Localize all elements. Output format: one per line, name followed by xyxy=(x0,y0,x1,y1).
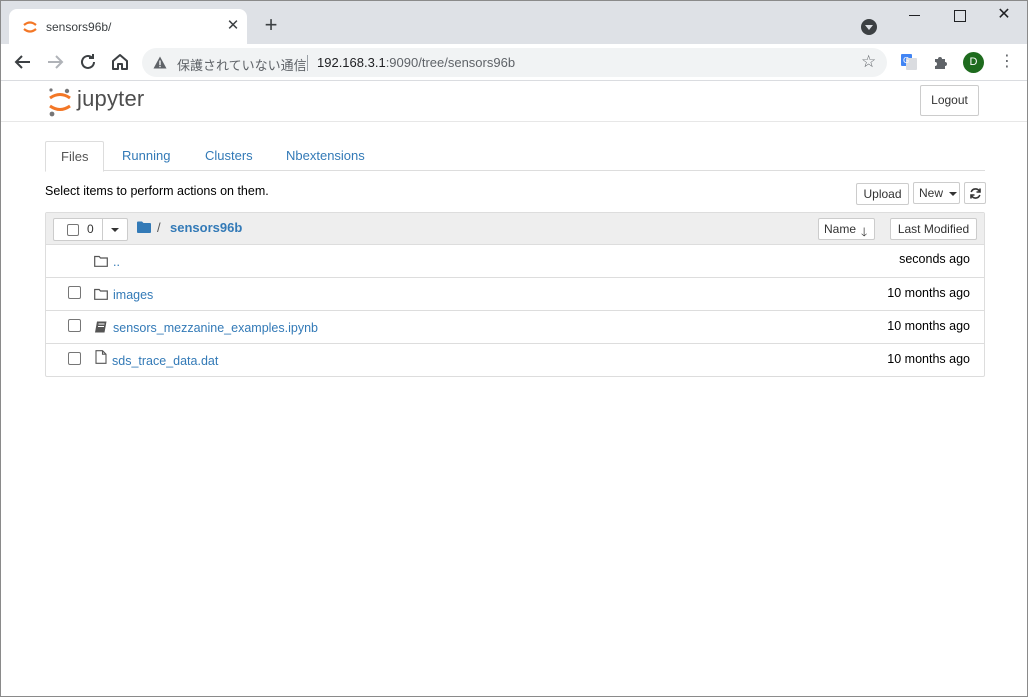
window-close-icon[interactable]: ✕ xyxy=(981,1,1027,31)
file-row-notebook[interactable]: sensors_mezzanine_examples.ipynb 10 mont… xyxy=(46,311,984,344)
caret-down-icon xyxy=(949,192,957,196)
file-modified-time: 10 months ago xyxy=(887,352,970,366)
file-list: 0 / sensors96b Name 🡓 Last Modified .. se… xyxy=(45,212,985,377)
minimize-icon[interactable] xyxy=(891,1,937,31)
tab-running[interactable]: Running xyxy=(107,141,185,171)
jupyter-favicon-icon xyxy=(23,21,37,33)
browser-menu-icon[interactable]: ⋮ xyxy=(999,52,1015,72)
bookmark-star-icon[interactable]: ☆ xyxy=(861,53,876,71)
tab-strip: sensors96b/ ✕ + ✕ xyxy=(1,1,1027,44)
select-menu-caret-icon[interactable] xyxy=(102,219,128,240)
folder-outline-icon xyxy=(94,288,108,300)
upload-button[interactable]: Upload xyxy=(856,183,909,205)
breadcrumb-separator: / xyxy=(157,220,161,235)
file-modified-time: 10 months ago xyxy=(887,319,970,333)
security-status-text: 保護されていない通信 xyxy=(177,58,307,73)
file-name[interactable]: images xyxy=(113,288,153,302)
folder-outline-icon xyxy=(94,255,108,267)
sort-by-name-button[interactable]: Name 🡓 xyxy=(818,218,875,240)
jupyter-header: jupyter Logout xyxy=(1,81,1027,122)
tab-nbextensions[interactable]: Nbextensions xyxy=(271,141,380,171)
arrow-down-icon: 🡓 xyxy=(861,225,868,239)
refresh-icon xyxy=(970,188,981,199)
refresh-button[interactable] xyxy=(964,182,986,204)
url-path: :9090/tree/sensors96b xyxy=(385,55,516,70)
row-checkbox[interactable] xyxy=(68,319,81,332)
file-row-parent[interactable]: .. seconds ago xyxy=(46,245,984,278)
file-name[interactable]: sds_trace_data.dat xyxy=(112,354,218,368)
forward-arrow-icon[interactable] xyxy=(43,50,67,74)
address-separator xyxy=(307,55,308,71)
row-checkbox[interactable] xyxy=(68,352,81,365)
file-list-header: 0 / sensors96b Name 🡓 Last Modified xyxy=(46,213,984,245)
jupyter-logo-icon[interactable] xyxy=(47,87,73,117)
extensions-puzzle-icon[interactable] xyxy=(932,53,950,71)
folder-home-icon[interactable] xyxy=(137,221,151,233)
svg-text:G: G xyxy=(903,56,909,65)
maximize-icon[interactable] xyxy=(936,1,982,31)
tab-search-icon[interactable] xyxy=(861,19,877,35)
address-bar[interactable]: 保護されていない通信 192.168.3.1:9090/tree/sensors… xyxy=(142,48,887,77)
file-name[interactable]: sensors_mezzanine_examples.ipynb xyxy=(113,321,318,335)
new-tab-plus-icon[interactable]: + xyxy=(260,14,282,37)
file-name[interactable]: .. xyxy=(113,255,120,269)
selected-count: 0 xyxy=(87,222,94,236)
home-icon[interactable] xyxy=(108,50,132,74)
logout-button[interactable]: Logout xyxy=(920,85,979,116)
sort-name-label: Name xyxy=(824,222,857,236)
new-label: New xyxy=(919,186,944,200)
profile-avatar[interactable]: D xyxy=(963,52,984,73)
selection-hint: Select items to perform actions on them. xyxy=(45,184,269,198)
google-translate-icon[interactable]: G xyxy=(901,54,917,70)
notebook-book-icon xyxy=(95,321,107,333)
file-modified-time: 10 months ago xyxy=(887,286,970,300)
new-dropdown-button[interactable]: New xyxy=(913,182,960,204)
file-modified-time: seconds ago xyxy=(899,252,970,266)
file-row-images[interactable]: images 10 months ago xyxy=(46,278,984,311)
tab-clusters[interactable]: Clusters xyxy=(190,141,268,171)
sort-by-modified-button[interactable]: Last Modified xyxy=(890,218,977,240)
tab-title: sensors96b/ xyxy=(46,20,112,34)
tab-files[interactable]: Files xyxy=(45,141,105,172)
breadcrumb-current-folder[interactable]: sensors96b xyxy=(170,220,242,235)
select-all-group: 0 xyxy=(53,218,128,241)
file-outline-icon xyxy=(95,350,107,364)
jupyter-tabs: Files Running Clusters Nbextensions xyxy=(45,141,985,172)
select-all-checkbox[interactable] xyxy=(67,224,79,236)
reload-icon[interactable] xyxy=(76,50,100,74)
url-text[interactable]: 192.168.3.1:9090/tree/sensors96b xyxy=(317,55,515,70)
row-checkbox[interactable] xyxy=(68,286,81,299)
browser-toolbar: 保護されていない通信 192.168.3.1:9090/tree/sensors… xyxy=(1,44,1027,81)
file-row-dat[interactable]: sds_trace_data.dat 10 months ago xyxy=(46,344,984,377)
browser-window: sensors96b/ ✕ + ✕ 保護されていない通信 192.168.3.1… xyxy=(0,0,1028,697)
back-arrow-icon[interactable] xyxy=(11,50,35,74)
jupyter-logo-text[interactable]: jupyter xyxy=(77,86,144,112)
browser-tab[interactable]: sensors96b/ ✕ xyxy=(9,9,247,44)
url-host: 192.168.3.1 xyxy=(317,55,386,70)
tab-close-icon[interactable]: ✕ xyxy=(225,18,241,34)
warning-icon[interactable] xyxy=(153,56,167,69)
